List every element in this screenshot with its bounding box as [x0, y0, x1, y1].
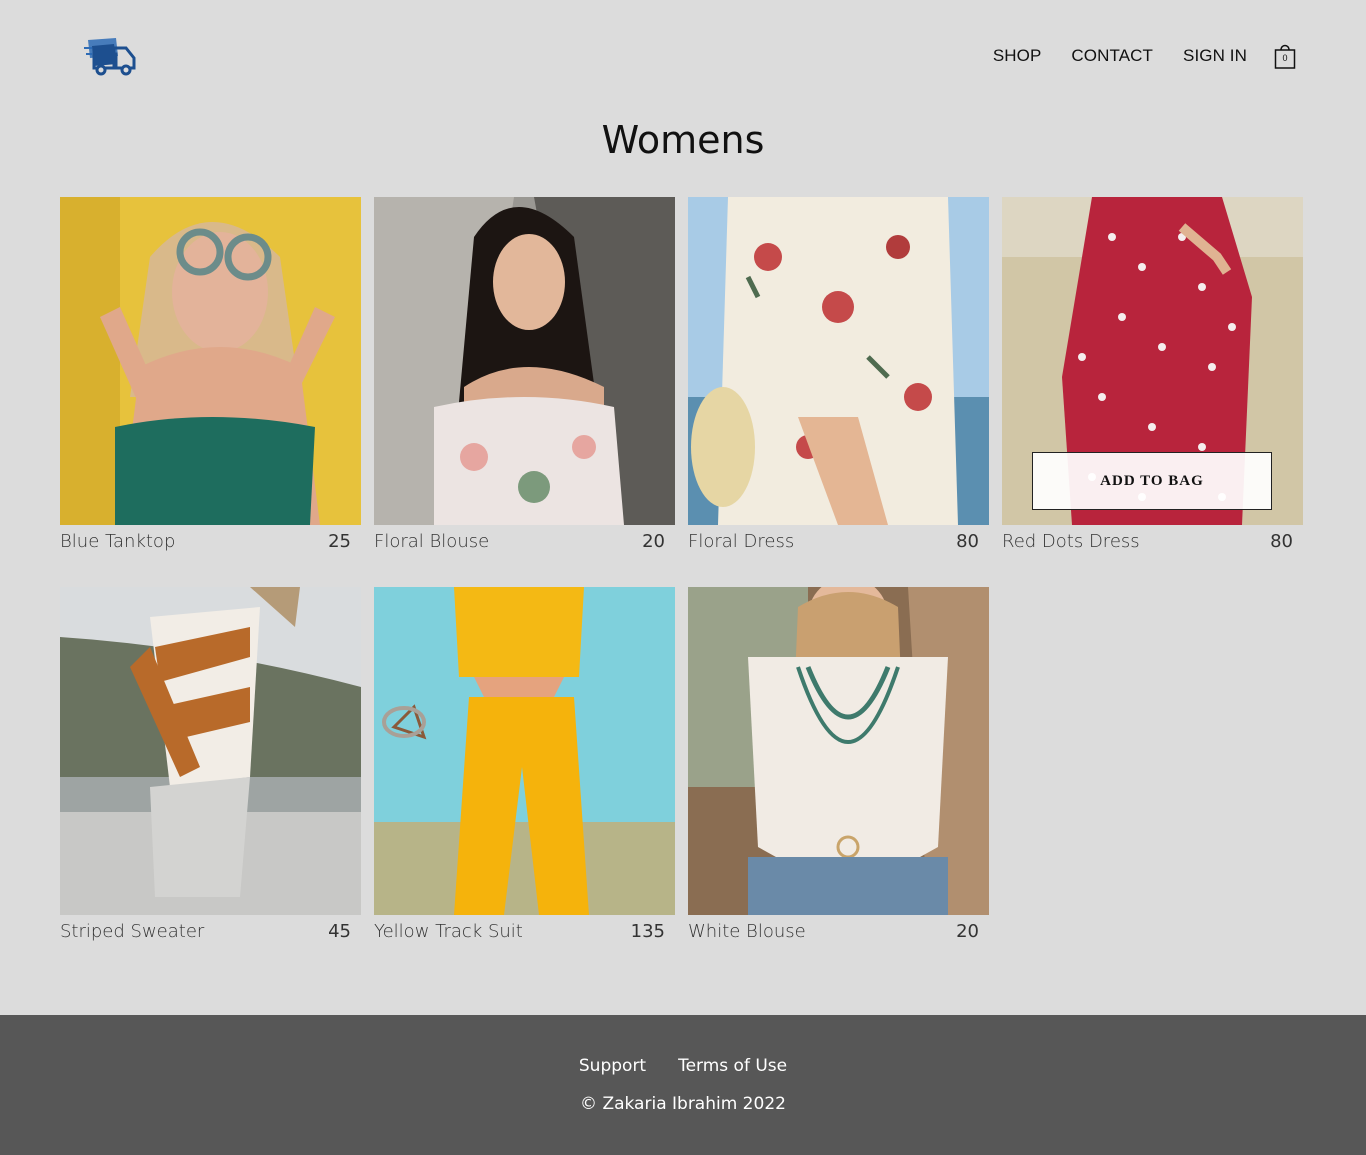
product-price: 45 — [328, 921, 351, 942]
bag-count: 0 — [1282, 53, 1288, 63]
footer-terms-link[interactable]: Terms of Use — [678, 1056, 787, 1076]
product-image[interactable] — [374, 587, 675, 915]
nav-sign-in-link[interactable]: SIGN IN — [1183, 46, 1247, 66]
product-name: White Blouse — [688, 921, 806, 942]
product-price: 20 — [956, 921, 979, 942]
product-card[interactable]: ADD TO BAG Red Dots Dress 80 — [1002, 197, 1303, 562]
footer-support-link[interactable]: Support — [579, 1056, 646, 1076]
product-image[interactable] — [60, 587, 361, 915]
product-image[interactable] — [688, 197, 989, 525]
product-image[interactable] — [688, 587, 989, 915]
add-to-bag-button[interactable]: ADD TO BAG — [1032, 452, 1272, 510]
product-image[interactable] — [374, 197, 675, 525]
product-card[interactable]: Floral Blouse 20 — [374, 197, 675, 562]
main-nav: SHOP CONTACT SIGN IN 0 — [963, 40, 1296, 72]
product-card[interactable]: White Blouse 20 — [688, 587, 989, 952]
nav-shop-link[interactable]: SHOP — [993, 46, 1042, 66]
shopping-bag-icon[interactable]: 0 — [1274, 42, 1296, 70]
product-price: 80 — [1270, 531, 1293, 552]
nav-contact-link[interactable]: CONTACT — [1071, 46, 1153, 66]
product-price: 80 — [956, 531, 979, 552]
footer-links: Support Terms of Use — [0, 1056, 1366, 1076]
product-name: Blue Tanktop — [60, 531, 176, 552]
product-price: 135 — [630, 921, 665, 942]
product-image[interactable] — [60, 197, 361, 525]
copyright-text: © Zakaria Ibrahim 2022 — [580, 1094, 786, 1114]
product-name: Floral Blouse — [374, 531, 490, 552]
product-price: 25 — [328, 531, 351, 552]
page-title: Womens — [601, 118, 765, 162]
product-card[interactable]: Floral Dress 80 — [688, 197, 989, 562]
product-name: Striped Sweater — [60, 921, 205, 942]
site-footer: Support Terms of Use © Zakaria Ibrahim 2… — [0, 1015, 1366, 1155]
product-name: Floral Dress — [688, 531, 795, 552]
product-price: 20 — [642, 531, 665, 552]
product-card[interactable]: Striped Sweater 45 — [60, 587, 361, 952]
product-card[interactable]: Blue Tanktop 25 — [60, 197, 361, 562]
product-name: Yellow Track Suit — [374, 921, 523, 942]
product-card[interactable]: Yellow Track Suit 135 — [374, 587, 675, 952]
delivery-truck-icon[interactable] — [84, 34, 138, 78]
site-header: SHOP CONTACT SIGN IN 0 — [0, 0, 1366, 110]
product-name: Red Dots Dress — [1002, 531, 1140, 552]
